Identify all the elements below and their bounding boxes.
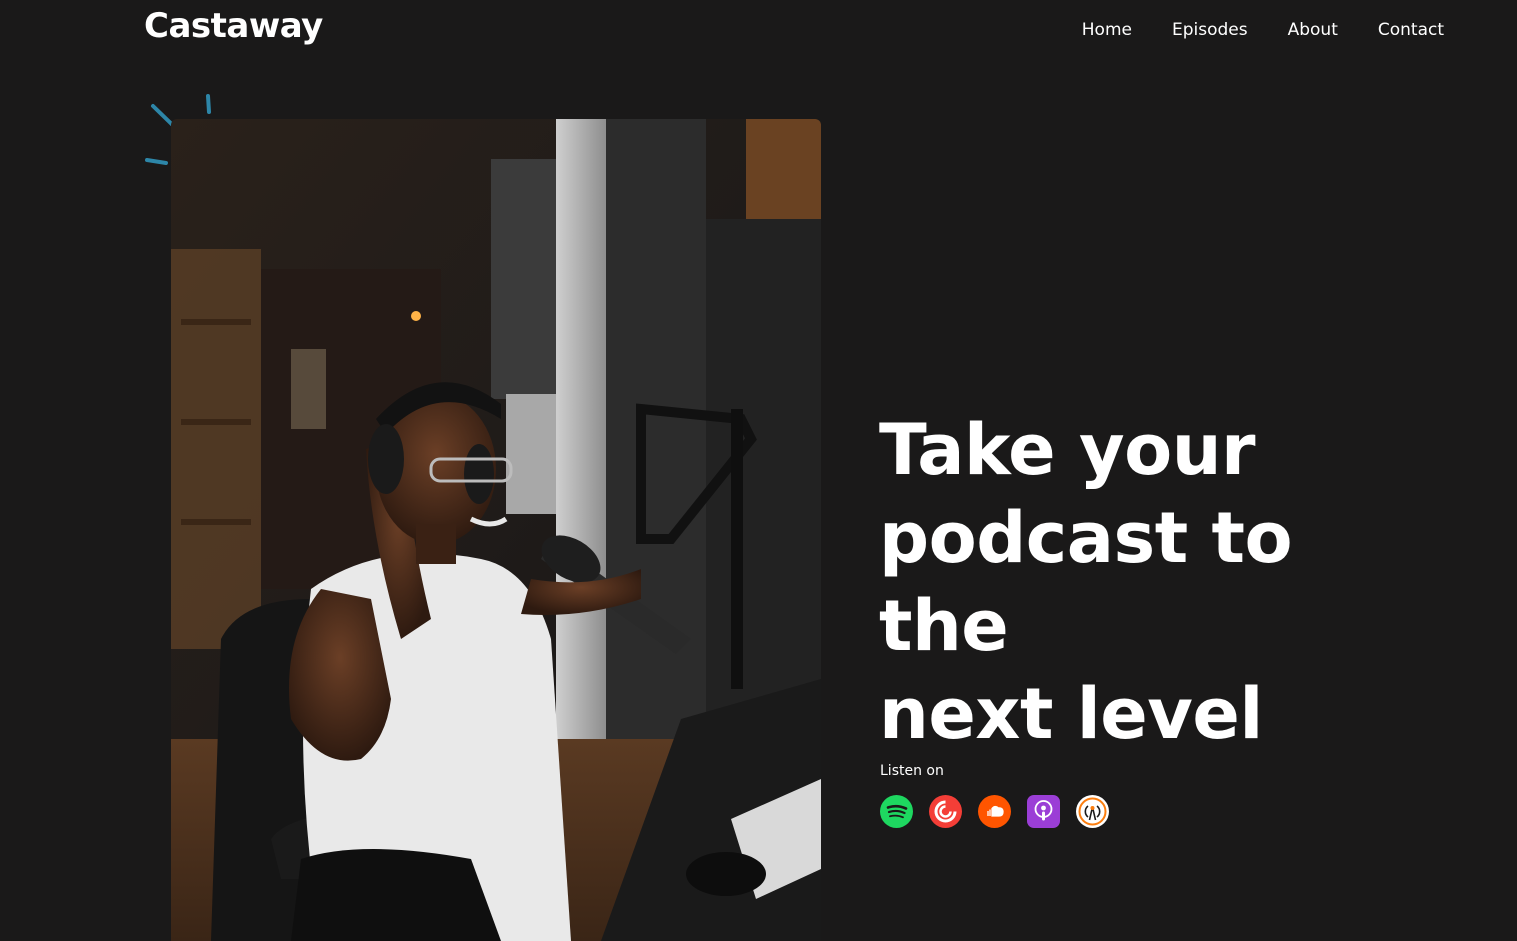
headline-line-3: next level: [879, 673, 1263, 755]
hero-headline: Take your podcast to the next level: [879, 406, 1439, 758]
nav-contact-link[interactable]: Contact: [1378, 20, 1444, 40]
main-nav: Home Episodes About Contact: [1082, 20, 1444, 40]
soundcloud-icon[interactable]: [978, 795, 1011, 828]
headline-line-2: podcast to the: [879, 497, 1293, 667]
listen-on-label: Listen on: [880, 763, 944, 779]
headline-line-1: Take your: [879, 409, 1256, 491]
brand-logo[interactable]: Castaway: [144, 6, 323, 46]
pocket-casts-icon[interactable]: [929, 795, 962, 828]
nav-about-link[interactable]: About: [1288, 20, 1338, 40]
podcaster-photo: [171, 119, 821, 941]
platform-links: [880, 795, 1109, 828]
spotify-icon[interactable]: [880, 795, 913, 828]
apple-podcasts-icon[interactable]: [1027, 795, 1060, 828]
page: Castaway Home Episodes About Contact Tak…: [0, 0, 1517, 941]
nav-episodes-link[interactable]: Episodes: [1172, 20, 1248, 40]
nav-home-link[interactable]: Home: [1082, 20, 1132, 40]
overcast-icon[interactable]: [1076, 795, 1109, 828]
